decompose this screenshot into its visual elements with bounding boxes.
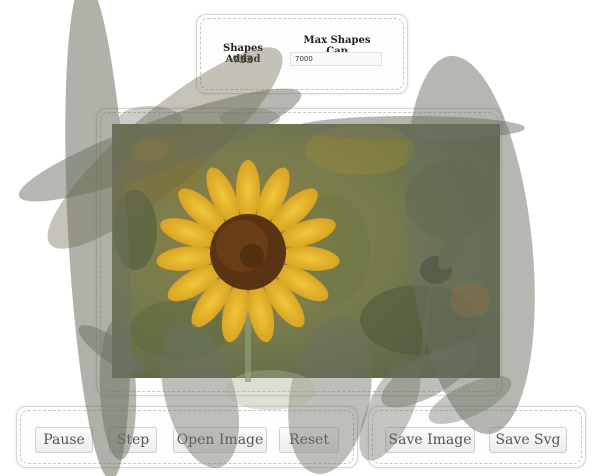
reset-button[interactable]: Reset	[279, 427, 339, 453]
save-svg-button[interactable]: Save Svg	[489, 427, 567, 453]
controls-panel-left: Pause Step Open Image Reset	[16, 406, 358, 468]
canvas-panel	[96, 108, 502, 396]
controls-panel-right: Save Image Save Svg	[368, 406, 586, 468]
save-image-button[interactable]: Save Image	[385, 427, 475, 453]
open-image-button[interactable]: Open Image	[173, 427, 267, 453]
stats-panel: Shapes Added 753 Max Shapes Cap	[196, 14, 408, 94]
step-button[interactable]: Step	[109, 427, 157, 453]
pause-button[interactable]: Pause	[35, 427, 93, 453]
max-shapes-cap-input[interactable]	[290, 52, 382, 66]
shapes-added-value: 753	[232, 55, 254, 66]
